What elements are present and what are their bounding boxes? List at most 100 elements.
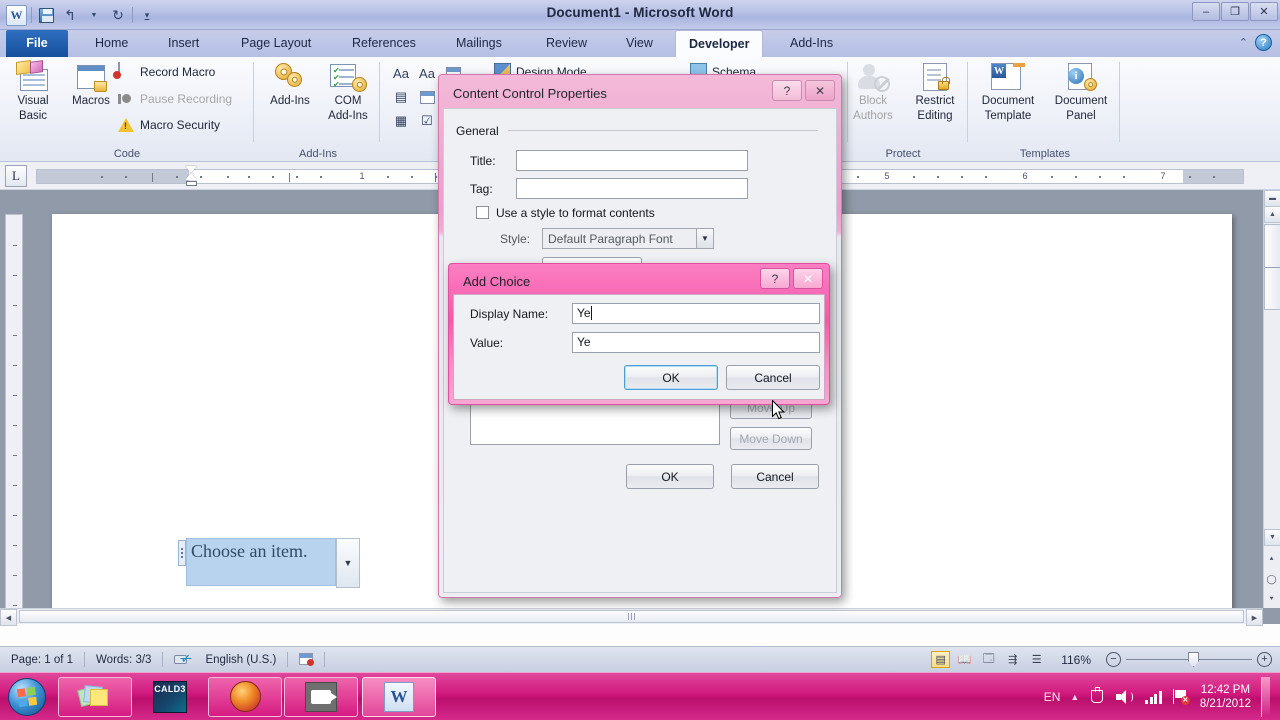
- combo-box-control-icon[interactable]: [416, 87, 438, 107]
- record-macro-status-icon[interactable]: [288, 653, 324, 667]
- help-icon[interactable]: ?: [1255, 34, 1272, 51]
- close-icon[interactable]: ✕: [793, 268, 823, 289]
- use-style-checkbox[interactable]: [476, 206, 489, 219]
- action-center-icon[interactable]: [1089, 687, 1106, 705]
- horizontal-scrollbar-thumb[interactable]: [19, 610, 1244, 623]
- ok-button[interactable]: OK: [626, 464, 714, 489]
- zoom-slider[interactable]: − +: [1106, 652, 1272, 667]
- start-button[interactable]: [0, 674, 54, 720]
- close-button[interactable]: ✕: [1250, 2, 1278, 21]
- network-signal-icon[interactable]: [1145, 690, 1162, 704]
- macro-security-button[interactable]: Macro Security: [118, 116, 220, 133]
- drag-handle-icon[interactable]: [178, 540, 186, 566]
- horizontal-scrollbar[interactable]: ◀ ▶: [0, 608, 1263, 626]
- visual-basic-button[interactable]: Visual Basic: [4, 59, 62, 123]
- spelling-check-icon[interactable]: ✓: [163, 652, 203, 667]
- ribbon-tab-strip[interactable]: File Home Insert Page Layout References …: [0, 30, 1280, 57]
- draft-icon[interactable]: ☰: [1027, 651, 1046, 668]
- volume-icon[interactable]: [1116, 689, 1135, 705]
- outline-icon[interactable]: ⇶: [1003, 651, 1022, 668]
- collapse-ribbon-icon[interactable]: ⌃: [1239, 36, 1248, 49]
- word-count[interactable]: Words: 3/3: [85, 654, 162, 666]
- tray-language[interactable]: EN: [1044, 690, 1061, 704]
- restore-button[interactable]: ❐: [1221, 2, 1249, 21]
- tab-page-layout[interactable]: Page Layout: [228, 30, 324, 57]
- print-layout-icon[interactable]: ▤: [931, 651, 951, 668]
- full-screen-reading-icon[interactable]: 📖: [955, 651, 974, 668]
- page-count[interactable]: Page: 1 of 1: [0, 654, 84, 666]
- display-name-field[interactable]: Ye: [572, 303, 820, 324]
- window-controls[interactable]: – ❐ ✕: [1192, 2, 1278, 21]
- web-layout-icon[interactable]: 🗔: [979, 651, 998, 668]
- taskbar-item-camtasia[interactable]: [284, 676, 358, 717]
- previous-page-button[interactable]: ⯅: [1263, 551, 1280, 568]
- indent-marker[interactable]: [185, 166, 198, 190]
- split-window-button[interactable]: ▬: [1264, 190, 1280, 207]
- cancel-button[interactable]: Cancel: [726, 365, 820, 390]
- plain-text-control-icon[interactable]: Aa: [416, 63, 438, 83]
- zoom-in-button[interactable]: +: [1257, 652, 1272, 667]
- taskbar-item-sticky-notes[interactable]: [58, 676, 132, 717]
- tab-add-ins[interactable]: Add-Ins: [777, 30, 846, 57]
- close-icon[interactable]: ✕: [805, 80, 835, 101]
- content-control-dropdown[interactable]: Choose an item. ▼: [178, 538, 360, 588]
- show-hidden-icons-icon[interactable]: ▲: [1070, 692, 1079, 702]
- pause-recording-button[interactable]: Pause Recording: [118, 90, 232, 107]
- zoom-level[interactable]: 116%: [1051, 653, 1095, 667]
- help-icon[interactable]: ?: [760, 268, 790, 289]
- scrollbar-thumb[interactable]: [1264, 224, 1280, 310]
- tab-file[interactable]: File: [6, 30, 68, 57]
- date-picker-control-icon[interactable]: ▦: [390, 111, 412, 131]
- restrict-editing-button[interactable]: Restrict Editing: [904, 61, 966, 123]
- move-down-button[interactable]: Move Down: [730, 427, 812, 450]
- add-ins-button[interactable]: Add-Ins: [260, 61, 320, 108]
- tab-review[interactable]: Review: [533, 30, 600, 57]
- add-choice-dialog[interactable]: Add Choice ? ✕ Display Name: Ye Value: Y…: [448, 263, 830, 405]
- language-indicator[interactable]: English (U.S.): [203, 654, 287, 666]
- check-box-control-icon[interactable]: ☑: [416, 111, 438, 131]
- document-template-button[interactable]: W Document Template: [972, 61, 1044, 123]
- tab-mailings[interactable]: Mailings: [443, 30, 515, 57]
- macros-button[interactable]: Macros: [62, 61, 120, 108]
- chevron-down-icon[interactable]: ▼: [696, 229, 713, 248]
- com-add-ins-button[interactable]: ✔ ✔ ✔ COM Add-Ins: [318, 61, 378, 123]
- next-page-button[interactable]: ⯆: [1263, 591, 1280, 608]
- content-control-text[interactable]: Choose an item.: [186, 538, 336, 586]
- show-desktop-button[interactable]: [1261, 676, 1270, 717]
- title-field[interactable]: [516, 150, 748, 171]
- select-browse-object-button[interactable]: ◯: [1263, 571, 1280, 588]
- tab-developer[interactable]: Developer: [675, 30, 764, 57]
- taskbar-item-firefox[interactable]: [208, 676, 282, 717]
- tab-home[interactable]: Home: [82, 30, 141, 57]
- document-panel-button[interactable]: i Document Panel: [1046, 61, 1116, 123]
- value-field[interactable]: Ye: [572, 332, 820, 353]
- tray-clock-date[interactable]: 8/21/2012: [1200, 697, 1251, 711]
- help-icon[interactable]: ?: [772, 80, 802, 101]
- scroll-right-button[interactable]: ▶: [1246, 609, 1263, 626]
- tab-insert[interactable]: Insert: [155, 30, 212, 57]
- network-error-icon[interactable]: ✕: [1172, 688, 1190, 705]
- vertical-scrollbar[interactable]: ▲ ▼ ⯅ ◯ ⯆ ▬: [1263, 190, 1280, 608]
- zoom-slider-thumb[interactable]: [1188, 652, 1199, 667]
- block-authors-button[interactable]: Block Authors: [842, 61, 904, 123]
- building-block-control-icon[interactable]: ▤: [390, 87, 412, 107]
- scroll-left-button[interactable]: ◀: [0, 609, 17, 626]
- chevron-down-icon[interactable]: ▼: [336, 538, 360, 588]
- minimize-button[interactable]: –: [1192, 2, 1220, 21]
- scroll-down-button[interactable]: ▼: [1264, 529, 1280, 546]
- taskbar-item-cald3[interactable]: CALD3: [132, 677, 208, 717]
- zoom-out-button[interactable]: −: [1106, 652, 1121, 667]
- tray-clock-time[interactable]: 12:42 PM: [1201, 683, 1250, 697]
- object-browser[interactable]: ⯅ ◯ ⯆: [1263, 551, 1280, 608]
- tab-references[interactable]: References: [339, 30, 429, 57]
- style-combobox[interactable]: Default Paragraph Font ▼: [542, 228, 714, 249]
- taskbar-item-word[interactable]: W: [362, 676, 436, 717]
- record-macro-button[interactable]: Record Macro: [118, 62, 215, 80]
- scroll-up-button[interactable]: ▲: [1264, 206, 1280, 223]
- rich-text-control-icon[interactable]: Aa: [390, 63, 412, 83]
- tag-field[interactable]: [516, 178, 748, 199]
- ok-button[interactable]: OK: [624, 365, 718, 390]
- tab-stop-selector[interactable]: L: [5, 165, 27, 187]
- tab-view[interactable]: View: [613, 30, 666, 57]
- taskbar[interactable]: CALD3 W EN ▲ ✕ 12:42 PM 8/21/2012: [0, 672, 1280, 720]
